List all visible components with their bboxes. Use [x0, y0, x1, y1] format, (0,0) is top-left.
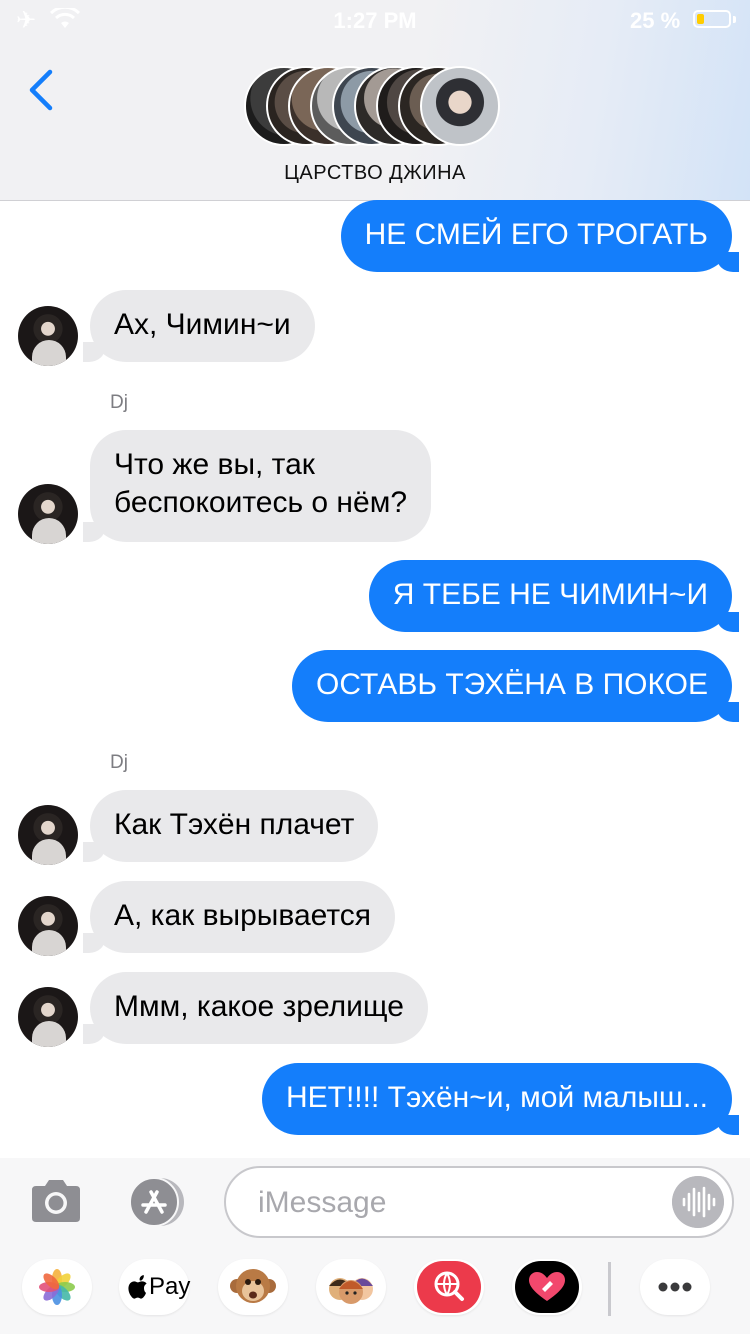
drawer-divider	[608, 1262, 611, 1316]
avatar[interactable]	[18, 987, 78, 1047]
sender-name: Dj	[110, 752, 128, 773]
app-animoji[interactable]	[218, 1259, 288, 1315]
globe-search-icon	[417, 1261, 481, 1313]
message-line: беспокоитесь о нём?	[114, 486, 407, 519]
chevron-left-icon[interactable]	[24, 66, 64, 114]
app-more[interactable]	[640, 1259, 710, 1315]
message-bubble-incoming[interactable]: А, как вырывается	[83, 881, 395, 953]
avatar[interactable]	[18, 805, 78, 865]
app-search[interactable]	[414, 1259, 484, 1315]
app-apple-pay[interactable]: Pay	[119, 1259, 191, 1315]
camera-icon[interactable]	[28, 1174, 84, 1230]
battery-icon	[693, 10, 731, 28]
conversation-header: ✈ 1:27 PM 25 % ЦАРСТВО ДЖИНА	[0, 0, 750, 201]
app-memoji[interactable]	[316, 1259, 386, 1315]
group-name[interactable]: ЦАРСТВО ДЖИНА	[0, 162, 750, 185]
monkey-icon	[230, 1269, 276, 1303]
avatar[interactable]	[18, 896, 78, 956]
heart-icon	[515, 1261, 579, 1313]
group-avatar-stack[interactable]	[244, 66, 508, 148]
message-bubble-incoming[interactable]: Ах, Чимин~и	[83, 290, 315, 362]
message-bubble-outgoing[interactable]: ОСТАВЬ ТЭХЁНА В ПОКОЕ	[291, 650, 740, 722]
battery-tip	[733, 16, 736, 23]
sender-name: Dj	[110, 392, 128, 413]
memoji-icon	[329, 1278, 373, 1304]
message-bubble-incoming[interactable]: Как Тэхён плачет	[82, 790, 379, 862]
app-store-icon[interactable]	[126, 1176, 188, 1228]
message-input-field[interactable]	[224, 1166, 734, 1238]
more-icon	[658, 1282, 692, 1292]
message-bubble-outgoing[interactable]: НЕ СМЕЙ ЕГО ТРОГАТЬ	[340, 200, 740, 272]
avatar	[420, 66, 500, 146]
message-bubble-incoming[interactable]: Ммм, какое зрелище	[83, 972, 428, 1044]
apple-pay-label: Pay	[149, 1273, 191, 1300]
battery-percent: 25 %	[630, 8, 681, 33]
message-line: Что же вы, так	[114, 448, 315, 481]
photos-icon	[39, 1269, 75, 1305]
message-input[interactable]	[256, 1180, 660, 1226]
message-bubble-outgoing[interactable]: НЕТ!!!! Тэхён~и, мой малыш...	[261, 1063, 740, 1135]
message-bubble-outgoing[interactable]: Я ТЕБЕ НЕ ЧИМИН~И	[368, 560, 740, 632]
app-digital-touch[interactable]	[512, 1259, 582, 1315]
app-photos[interactable]	[22, 1259, 92, 1315]
avatar[interactable]	[18, 306, 78, 366]
apple-icon	[128, 1275, 147, 1299]
message-bubble-incoming[interactable]: Что же вы, так беспокоитесь о нём?	[83, 430, 431, 542]
audio-waveform-icon[interactable]	[672, 1176, 724, 1228]
status-bar: ✈ 1:27 PM 25 %	[0, 0, 750, 40]
avatar[interactable]	[18, 484, 78, 544]
